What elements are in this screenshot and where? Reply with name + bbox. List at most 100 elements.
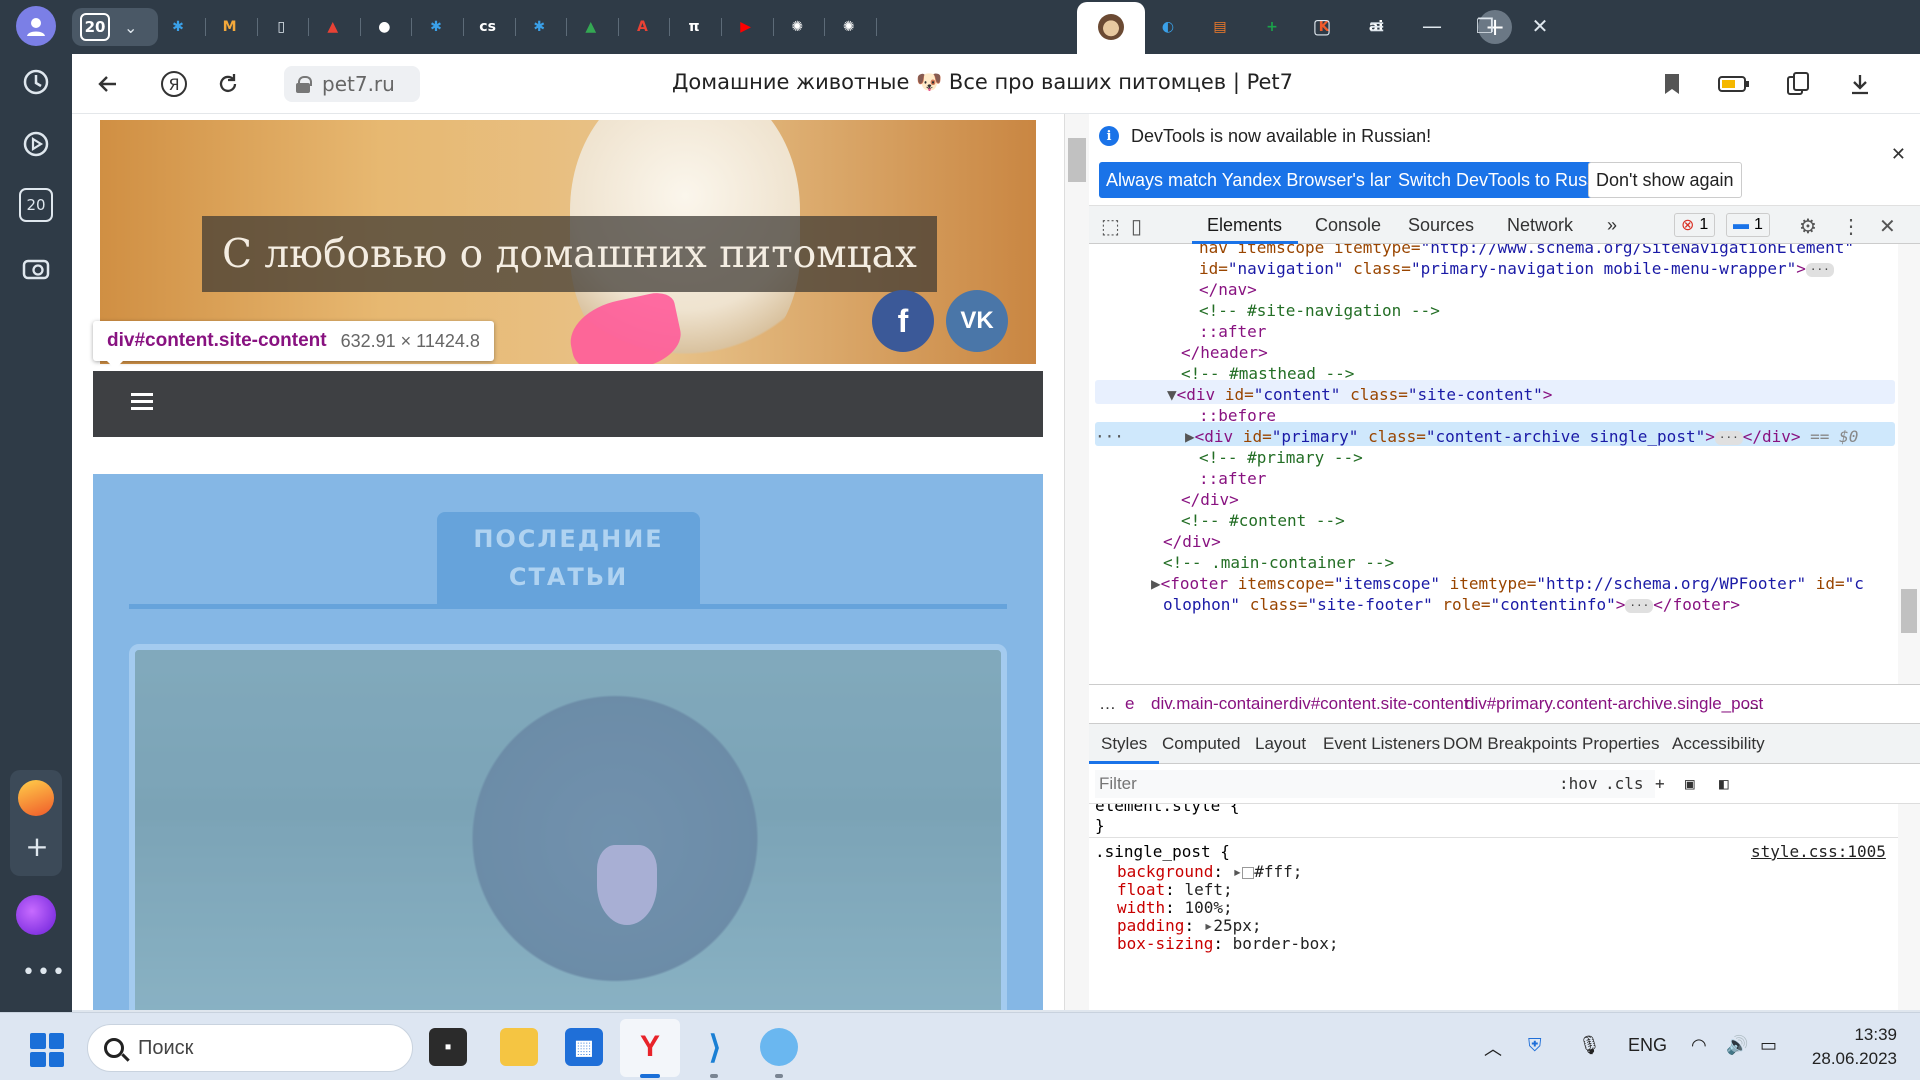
pi-icon[interactable]: π — [681, 14, 707, 40]
crumb-item[interactable]: e — [1125, 694, 1134, 714]
screenshot-camera-icon[interactable] — [14, 246, 58, 290]
dom-line-comment[interactable]: <!-- #primary --> — [1199, 447, 1363, 468]
dont-show-again-button[interactable]: Don't show again — [1588, 162, 1742, 198]
tab-computed[interactable]: Computed — [1162, 734, 1240, 754]
battery-saver-icon[interactable] — [1718, 68, 1750, 100]
tabs-counter[interactable]: 20 — [19, 188, 53, 222]
taskbar-search[interactable]: Поиск — [87, 1024, 413, 1072]
dom-line-footer-cont[interactable]: olophon" class="site-footer" role="conte… — [1163, 594, 1740, 615]
windows-start-icon[interactable] — [30, 1033, 64, 1067]
yandex-mail-icon[interactable] — [18, 780, 54, 816]
css-property-name[interactable]: padding — [1117, 916, 1184, 935]
chevron-up-icon[interactable]: ︿ — [1484, 1035, 1502, 1061]
video-play-icon[interactable] — [14, 122, 58, 166]
microsoft-store-icon[interactable]: ▦ — [565, 1028, 603, 1066]
css-property-value[interactable]: border-box; — [1233, 934, 1339, 953]
url-field[interactable]: pet7.ru — [284, 66, 420, 102]
battery-icon[interactable]: ▭ — [1760, 1035, 1777, 1056]
kebab-menu-icon[interactable]: ⋮ — [1841, 214, 1861, 239]
new-rule-button[interactable]: + — [1655, 774, 1665, 793]
defender-shield-icon[interactable]: ⛨ — [1528, 1035, 1542, 1056]
css-property-value[interactable]: 100%; — [1184, 898, 1232, 917]
yandex-logo-icon[interactable]: Я — [158, 68, 190, 100]
expand-shorthand-icon[interactable]: ▸ — [1233, 862, 1243, 881]
dom-line-comment[interactable]: <!-- #site-navigation --> — [1199, 300, 1440, 321]
crumbs-more-icon[interactable]: … — [1099, 694, 1116, 714]
css-property-value[interactable]: 25px; — [1213, 916, 1261, 935]
task-view-icon[interactable]: ▪ — [429, 1028, 467, 1066]
settings-gear-icon[interactable]: ⚙ — [1799, 214, 1817, 239]
alice-assistant-icon[interactable] — [16, 895, 56, 935]
menu-icon[interactable]: ≡ — [1362, 14, 1392, 38]
calendar-icon[interactable]: ▤ — [1207, 14, 1233, 40]
dom-line-div-close[interactable]: </div> — [1163, 531, 1221, 552]
crumb-item[interactable]: div#content.site-content — [1289, 694, 1469, 714]
dom-line-nav-id[interactable]: id="navigation" class="primary-navigatio… — [1199, 258, 1834, 279]
dom-line-div-close[interactable]: </div> — [1181, 489, 1239, 510]
openai-icon[interactable]: ✺ — [836, 14, 862, 40]
back-icon[interactable] — [92, 68, 124, 100]
dom-line-header-close[interactable]: </header> — [1181, 342, 1268, 363]
tab-styles[interactable]: Styles — [1101, 734, 1147, 754]
youtube-icon[interactable]: ▶ — [733, 14, 759, 40]
css-property-name[interactable]: box-sizing — [1117, 934, 1213, 953]
history-icon[interactable] — [14, 60, 58, 104]
hamburger-menu-icon[interactable] — [131, 393, 153, 411]
class-toggle[interactable]: .cls — [1605, 774, 1644, 793]
rule-selector[interactable]: .single_post { — [1095, 842, 1230, 862]
yandex-music-icon[interactable]: ◐ — [1155, 14, 1181, 40]
add-app-icon[interactable]: + — [22, 832, 52, 862]
close-window-icon[interactable]: ✕ — [1525, 14, 1555, 38]
css-declaration[interactable]: width: 100%; — [1117, 898, 1233, 918]
translate-icon[interactable]: A — [629, 14, 655, 40]
close-devtools-icon[interactable]: ✕ — [1879, 214, 1896, 239]
tab-elements[interactable]: Elements — [1207, 215, 1282, 236]
document-icon[interactable]: ▯ — [268, 14, 294, 40]
tab-network[interactable]: Network — [1507, 215, 1573, 236]
css-property-value[interactable]: left; — [1184, 880, 1232, 899]
bookmark-icon[interactable] — [1656, 68, 1688, 100]
dom-line-footer[interactable]: ▶<footer itemscope="itemscope" itemtype=… — [1151, 573, 1864, 594]
css-declaration[interactable]: background: ▸ #fff; — [1117, 862, 1302, 882]
elements-scrollbar-thumb[interactable] — [1901, 589, 1917, 633]
tab-accessibility[interactable]: Accessibility — [1672, 734, 1765, 754]
snowflake-icon[interactable]: ✱ — [165, 14, 191, 40]
vk-icon[interactable]: VK — [946, 290, 1008, 352]
close-infobar-icon[interactable]: ✕ — [1891, 144, 1906, 165]
volume-icon[interactable]: 🔊 — [1726, 1035, 1748, 1056]
extensions-icon[interactable] — [1782, 68, 1814, 100]
page-scrollbar[interactable] — [1064, 114, 1089, 1010]
toggle-sidebar-icon[interactable]: ◧ — [1719, 774, 1729, 793]
tab-sources[interactable]: Sources — [1408, 215, 1474, 236]
paint-bucket-icon[interactable]: ▣ — [1685, 774, 1695, 793]
dom-line-after[interactable]: ::after — [1199, 468, 1266, 489]
css-declaration[interactable]: padding: ▸25px; — [1117, 916, 1262, 936]
microphone-icon[interactable]: 🎙 — [1578, 1035, 1601, 1056]
errors-badge[interactable]: ⊗ 1 — [1674, 213, 1716, 237]
css-declaration[interactable]: box-sizing: border-box; — [1117, 934, 1339, 954]
crumb-item[interactable]: div#primary.content-archive.single_post — [1465, 694, 1763, 714]
dom-line-comment[interactable]: <!-- .main-container --> — [1163, 552, 1394, 573]
inspect-element-icon[interactable]: ⬚ — [1101, 214, 1120, 239]
crumbs-more-icon[interactable]: … — [1743, 694, 1760, 714]
page-scrollbar-thumb[interactable] — [1068, 138, 1086, 182]
styles-scrollbar[interactable] — [1898, 804, 1920, 1010]
cs-icon[interactable]: cs — [475, 14, 501, 40]
more-icon[interactable]: ••• — [22, 960, 67, 985]
snowflake-icon[interactable]: ✱ — [423, 14, 449, 40]
rule-source-link[interactable]: style.css:1005 — [1751, 842, 1886, 862]
dom-line-comment[interactable]: <!-- #content --> — [1181, 510, 1345, 531]
expand-shorthand-icon[interactable]: ▸ — [1204, 916, 1214, 935]
dom-line-nav-attrs[interactable]: nav itemscope itemtype="http://www.schem… — [1199, 244, 1854, 258]
vscode-icon[interactable]: ⟩ — [696, 1028, 734, 1066]
pdf-icon[interactable]: ▲ — [320, 14, 346, 40]
openai-icon[interactable]: ✺ — [784, 14, 810, 40]
facebook-icon[interactable]: f — [872, 290, 934, 352]
dom-line-before[interactable]: ::before — [1199, 405, 1276, 426]
collections-icon[interactable]: ▢ — [1307, 14, 1337, 38]
node-actions-icon[interactable]: ··· — [1095, 426, 1124, 447]
elements-scrollbar[interactable] — [1898, 244, 1920, 684]
tab-properties[interactable]: Properties — [1582, 734, 1659, 754]
css-property-name[interactable]: background — [1117, 862, 1213, 881]
yandex-browser-icon[interactable]: Y — [631, 1028, 669, 1066]
